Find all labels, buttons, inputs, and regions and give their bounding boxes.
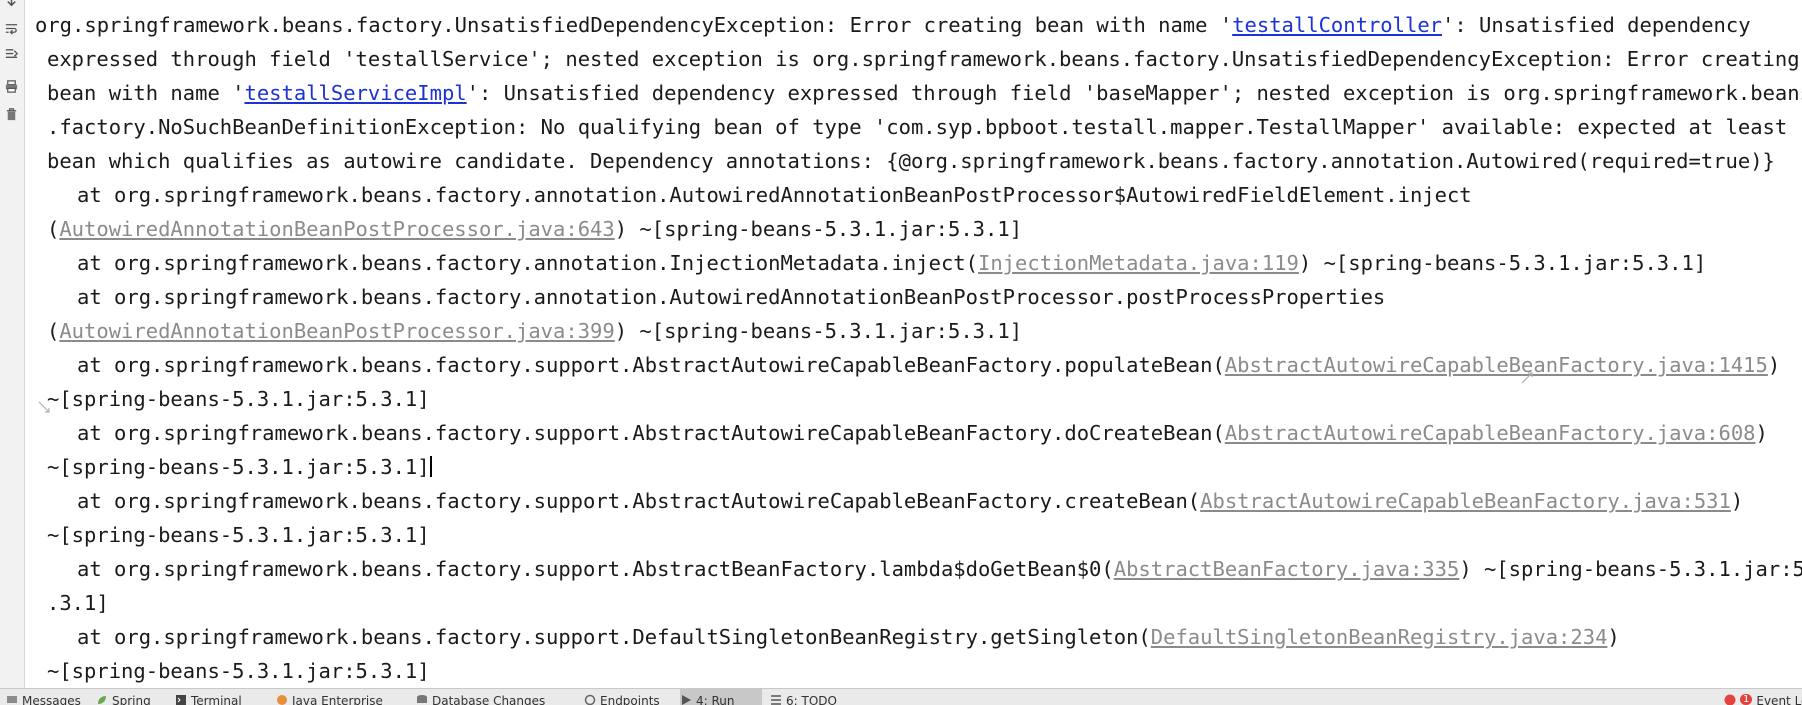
console-text: .3.1] xyxy=(47,591,109,615)
tool-window-icon xyxy=(175,694,187,705)
tool-window-endpoints[interactable]: Endpoints xyxy=(584,689,672,705)
console-text: ) xyxy=(1768,353,1780,377)
scroll-to-end-icon[interactable] xyxy=(3,46,20,63)
console-line: bean which qualifies as autowire candida… xyxy=(47,144,1775,178)
console-text: bean which qualifies as autowire candida… xyxy=(47,149,1775,173)
console-line: ~[spring-beans-5.3.1.jar:5.3.1] xyxy=(47,382,430,416)
soft-wrap-icon[interactable] xyxy=(3,20,20,37)
tool-window-spring[interactable]: Spring xyxy=(96,689,166,705)
console-text: at org.springframework.beans.factory.sup… xyxy=(77,557,1114,581)
console-text: at org.springframework.beans.factory.ann… xyxy=(77,183,1472,207)
console-text: org.springframework.beans.factory.Unsati… xyxy=(35,13,1232,37)
console-text: .factory.NoSuchBeanDefinitionException: … xyxy=(47,115,1802,139)
console-line: at org.springframework.beans.factory.ann… xyxy=(77,178,1472,212)
source-file-link[interactable]: AbstractAutowireCapableBeanFactory.java:… xyxy=(1225,353,1768,377)
console-text: ': Unsatisfied dependency expressed thro… xyxy=(467,81,1802,105)
tool-window-label: 4: Run xyxy=(696,694,735,705)
console-text: ) xyxy=(1607,625,1619,649)
console-line: ~[spring-beans-5.3.1.jar:5.3.1] xyxy=(47,654,430,688)
tool-window-icon xyxy=(680,694,692,705)
tool-window-event-log[interactable]: 1 Event Log xyxy=(1724,689,1802,705)
bean-name-link[interactable]: testallController xyxy=(1232,13,1442,37)
console-line: (AutowiredAnnotationBeanPostProcessor.ja… xyxy=(47,314,1022,348)
console-line: bean with name 'testallServiceImpl': Uns… xyxy=(47,76,1802,110)
tool-window-label: Messages xyxy=(22,694,81,705)
console-text: ~[spring-beans-5.3.1.jar:5.3.1] xyxy=(47,387,430,411)
console-line: at org.springframework.beans.factory.ann… xyxy=(77,280,1385,314)
console-line: at org.springframework.beans.factory.sup… xyxy=(77,552,1802,586)
console-text: at org.springframework.beans.factory.ann… xyxy=(77,285,1385,309)
console-text: ) ~[spring-beans-5.3.1.jar:5.3.1] xyxy=(615,217,1022,241)
console-line: (AutowiredAnnotationBeanPostProcessor.ja… xyxy=(47,212,1022,246)
console-line: at org.springframework.beans.factory.ann… xyxy=(77,246,1706,280)
console-text: ) xyxy=(1731,489,1743,513)
tool-window-label: Event Log xyxy=(1756,694,1802,705)
console-text: ~[spring-beans-5.3.1.jar:5.3.1] xyxy=(47,523,430,547)
source-file-link[interactable]: AbstractAutowireCapableBeanFactory.java:… xyxy=(1200,489,1731,513)
bean-name-link[interactable]: testallServiceImpl xyxy=(244,81,466,105)
console-text: ) ~[spring-beans-5.3.1.jar:5.3.1] xyxy=(1299,251,1706,275)
console-text: expressed through field 'testallService'… xyxy=(47,47,1800,71)
tool-window-label: Terminal xyxy=(191,694,242,705)
tool-window-icon xyxy=(96,694,108,705)
source-file-link[interactable]: AutowiredAnnotationBeanPostProcessor.jav… xyxy=(59,217,614,241)
source-file-link[interactable]: DefaultSingletonBeanRegistry.java:234 xyxy=(1151,625,1608,649)
console-text: ) xyxy=(1756,421,1768,445)
scroll-down-icon[interactable] xyxy=(3,0,20,11)
console-text: at org.springframework.beans.factory.sup… xyxy=(77,625,1151,649)
console-text: ( xyxy=(47,319,59,343)
tool-window-4-run[interactable]: 4: Run xyxy=(680,689,762,705)
console-line: .3.1] xyxy=(47,586,109,620)
console-text: bean with name ' xyxy=(47,81,244,105)
console-text: ~[spring-beans-5.3.1.jar:5.3.1] xyxy=(47,455,430,479)
console-line: at org.springframework.beans.factory.sup… xyxy=(77,416,1768,450)
console-text: at org.springframework.beans.factory.sup… xyxy=(77,353,1225,377)
tool-window-java-enterprise[interactable]: Java Enterprise xyxy=(276,689,406,705)
text-caret xyxy=(430,456,432,477)
console-line: at org.springframework.beans.factory.sup… xyxy=(77,484,1743,518)
console-line: ~[spring-beans-5.3.1.jar:5.3.1] xyxy=(47,518,430,552)
tool-window-label: Java Enterprise xyxy=(292,694,383,705)
soft-wrap-marker-icon xyxy=(1520,370,1534,384)
source-file-link[interactable]: InjectionMetadata.java:119 xyxy=(978,251,1299,275)
console-line: ~[spring-beans-5.3.1.jar:5.3.1] xyxy=(47,450,432,484)
tool-window-label: Endpoints xyxy=(600,694,660,705)
source-file-link[interactable]: AutowiredAnnotationBeanPostProcessor.jav… xyxy=(59,319,614,343)
tool-window-icon xyxy=(6,694,18,705)
tool-window-icon xyxy=(770,694,782,705)
tool-window-6-todo[interactable]: 6: TODO xyxy=(770,689,850,705)
console-line: at org.springframework.beans.factory.sup… xyxy=(77,620,1620,654)
console-text: ( xyxy=(47,217,59,241)
source-file-link[interactable]: AbstractBeanFactory.java:335 xyxy=(1114,557,1460,581)
tool-window-label: Spring xyxy=(112,694,151,705)
tool-window-database-changes[interactable]: Database Changes xyxy=(416,689,576,705)
soft-wrap-continuation-icon xyxy=(37,399,51,413)
tool-window-icon xyxy=(584,694,596,705)
event-count-badge: 1 xyxy=(1740,694,1752,705)
trash-icon[interactable] xyxy=(3,106,20,123)
console-text: at org.springframework.beans.factory.sup… xyxy=(77,421,1225,445)
tool-window-bar: Messages Spring Terminal Java Enterprise Dat… xyxy=(0,688,1802,705)
console-text: ) ~[spring-beans-5.3.1.jar:5 xyxy=(1459,557,1802,581)
tool-window-icon xyxy=(1724,694,1736,705)
run-console-output[interactable]: org.springframework.beans.factory.Unsati… xyxy=(24,0,1802,688)
tool-window-icon xyxy=(416,694,428,705)
console-text: ~[spring-beans-5.3.1.jar:5.3.1] xyxy=(47,659,430,683)
tool-window-terminal[interactable]: Terminal xyxy=(175,689,267,705)
print-icon[interactable] xyxy=(3,78,20,95)
console-line: org.springframework.beans.factory.Unsati… xyxy=(35,8,1751,42)
console-text: ': Unsatisfied dependency xyxy=(1442,13,1751,37)
console-text: at org.springframework.beans.factory.ann… xyxy=(77,251,978,275)
console-line: expressed through field 'testallService'… xyxy=(47,42,1800,76)
console-text: at org.springframework.beans.factory.sup… xyxy=(77,489,1200,513)
console-line: .factory.NoSuchBeanDefinitionException: … xyxy=(47,110,1802,144)
tool-window-label: 6: TODO xyxy=(786,694,837,705)
console-toolbar xyxy=(0,0,25,688)
tool-window-label: Database Changes xyxy=(432,694,545,705)
tool-window-messages[interactable]: Messages xyxy=(6,689,86,705)
console-text: ) ~[spring-beans-5.3.1.jar:5.3.1] xyxy=(615,319,1022,343)
tool-window-icon xyxy=(276,694,288,705)
source-file-link[interactable]: AbstractAutowireCapableBeanFactory.java:… xyxy=(1225,421,1756,445)
